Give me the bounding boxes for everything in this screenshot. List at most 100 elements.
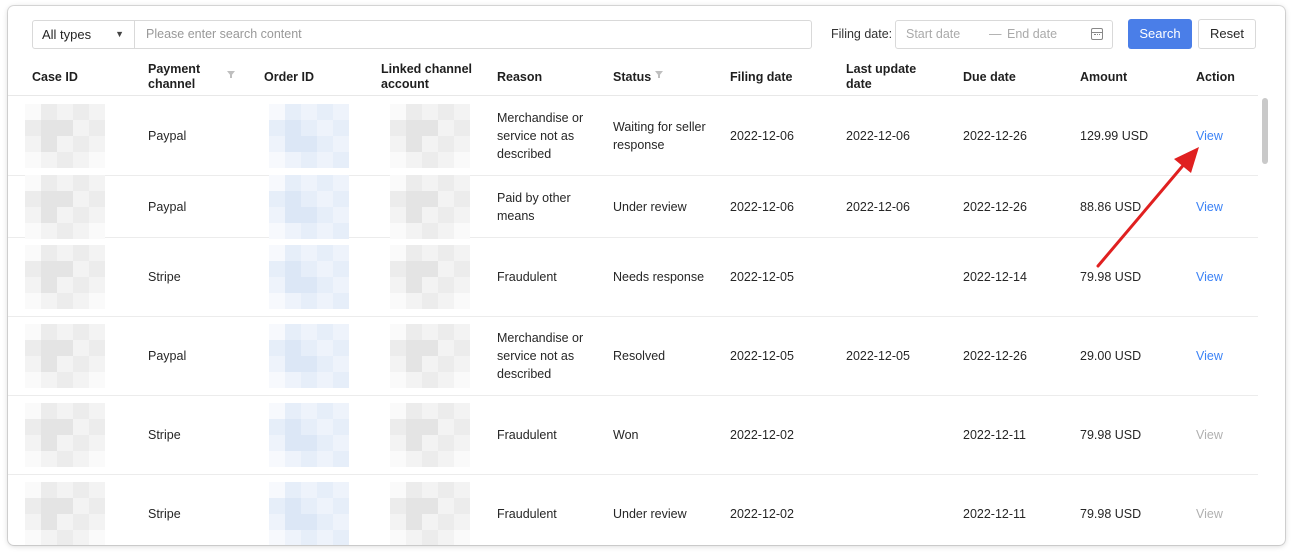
table-row: Paypal Paid by other means Under review 202…	[8, 174, 1258, 239]
filing-date-cell: 2022-12-06	[730, 199, 794, 214]
amount-cell: 79.98 USD	[1080, 507, 1142, 521]
redacted-order-id	[269, 324, 349, 388]
col-last-update: Last update date	[846, 62, 917, 91]
col-case-id: Case ID	[32, 69, 78, 84]
redacted-case-id	[25, 174, 105, 239]
redacted-order-id	[269, 403, 349, 467]
disputes-table: Case ID Payment channel Order ID Linked …	[8, 58, 1258, 545]
filing-date-cell: 2022-12-02	[730, 428, 794, 442]
redacted-case-id	[25, 482, 105, 545]
table-row: Paypal Merchandise or service not as desc…	[8, 317, 1258, 396]
col-due-date: Due date	[963, 69, 1016, 84]
redacted-linked-account	[390, 174, 470, 239]
filing-date-cell: 2022-12-05	[730, 349, 794, 363]
redacted-order-id	[269, 245, 349, 309]
reason-cell: Merchandise or service not as described	[497, 331, 584, 381]
reset-button[interactable]: Reset	[1198, 19, 1256, 49]
reason-cell: Fraudulent	[497, 428, 557, 442]
last-update-cell: 2022-12-06	[846, 128, 910, 143]
range-separator: —	[989, 27, 1002, 41]
last-update-cell: 2022-12-05	[846, 349, 910, 363]
table-row: Stripe Fraudulent Under review 2022-12-02 20…	[8, 475, 1258, 545]
vertical-scrollbar[interactable]	[1261, 96, 1270, 545]
reason-cell: Fraudulent	[497, 507, 557, 521]
redacted-case-id	[25, 324, 105, 388]
payment-channel-filter-icon[interactable]	[227, 58, 237, 96]
redacted-linked-account	[390, 482, 470, 545]
view-link[interactable]: View	[1196, 96, 1223, 175]
view-link[interactable]: View	[1196, 475, 1223, 545]
filing-date-cell: 2022-12-05	[730, 270, 794, 284]
end-date-input[interactable]: End date	[1007, 21, 1057, 48]
amount-cell: 79.98 USD	[1080, 270, 1142, 284]
redacted-linked-account	[390, 324, 470, 388]
caret-down-icon: ▼	[115, 29, 124, 39]
table-header: Case ID Payment channel Order ID Linked …	[8, 58, 1258, 96]
payment-channel-cell: Stripe	[148, 270, 181, 284]
table-row: Stripe Fraudulent Needs response 2022-12-05…	[8, 238, 1258, 317]
status-cell: Under review	[613, 507, 687, 521]
redacted-linked-account	[390, 245, 470, 309]
col-action: Action	[1196, 69, 1235, 84]
payment-channel-cell: Paypal	[148, 128, 187, 143]
payment-channel-cell: Stripe	[148, 428, 181, 442]
filing-date-cell: 2022-12-02	[730, 507, 794, 521]
redacted-order-id	[269, 174, 349, 239]
last-update-cell: 2022-12-06	[846, 199, 910, 214]
status-cell: Needs response	[613, 270, 705, 284]
status-cell: Under review	[613, 199, 687, 214]
disputes-window: All types ▼ Please enter search content …	[8, 6, 1285, 545]
due-date-cell: 2022-12-14	[963, 270, 1027, 284]
col-reason: Reason	[497, 69, 543, 84]
redacted-case-id	[25, 403, 105, 467]
due-date-cell: 2022-12-11	[963, 507, 1027, 521]
view-link[interactable]: View	[1196, 238, 1223, 316]
filing-date-label: Filing date:	[831, 27, 893, 41]
calendar-icon	[1091, 28, 1103, 40]
reason-cell: Paid by other means	[497, 190, 571, 223]
payment-channel-cell: Paypal	[148, 199, 187, 214]
scrollbar-thumb[interactable]	[1262, 98, 1268, 164]
start-date-input[interactable]: Start date	[906, 21, 960, 48]
redacted-order-id	[269, 103, 349, 168]
view-link[interactable]: View	[1196, 396, 1223, 474]
col-status[interactable]: Status	[613, 58, 653, 96]
amount-cell: 79.98 USD	[1080, 428, 1142, 442]
payment-channel-cell: Stripe	[148, 507, 181, 521]
search-input[interactable]: Please enter search content	[134, 20, 812, 49]
table-row: Stripe Fraudulent Won 2022-12-02 2022-12-11 7…	[8, 396, 1258, 475]
redacted-linked-account	[390, 103, 470, 168]
view-link[interactable]: View	[1196, 176, 1223, 237]
view-link[interactable]: View	[1196, 317, 1223, 395]
search-button[interactable]: Search	[1128, 19, 1192, 49]
redacted-linked-account	[390, 403, 470, 467]
col-payment-channel[interactable]: Payment channel	[148, 58, 210, 96]
payment-channel-cell: Paypal	[148, 349, 187, 363]
table-row: Paypal Merchandise or service not as desc…	[8, 96, 1258, 176]
due-date-cell: 2022-12-26	[963, 349, 1027, 363]
filter-toolbar: All types ▼ Please enter search content …	[8, 6, 1285, 61]
redacted-case-id	[25, 245, 105, 309]
col-order-id: Order ID	[264, 69, 315, 84]
status-cell: Resolved	[613, 349, 666, 363]
col-payment-channel-label: Payment channel	[148, 62, 201, 91]
filing-date-cell: 2022-12-06	[730, 128, 794, 143]
redacted-order-id	[269, 482, 349, 545]
amount-cell: 88.86 USD	[1080, 199, 1142, 214]
col-amount: Amount	[1080, 69, 1128, 84]
status-cell: Waiting for seller response	[613, 119, 706, 152]
date-range-picker[interactable]: Start date — End date	[895, 20, 1113, 49]
type-select-value: All types	[42, 27, 92, 42]
due-date-cell: 2022-12-26	[963, 199, 1027, 214]
status-filter-icon[interactable]	[655, 58, 665, 96]
due-date-cell: 2022-12-26	[963, 128, 1027, 143]
redacted-case-id	[25, 103, 105, 168]
col-linked-account: Linked channel account	[381, 62, 472, 91]
amount-cell: 29.00 USD	[1080, 349, 1142, 363]
reason-cell: Merchandise or service not as described	[497, 110, 584, 161]
due-date-cell: 2022-12-11	[963, 428, 1027, 442]
reason-cell: Fraudulent	[497, 270, 557, 284]
status-cell: Won	[613, 428, 639, 442]
amount-cell: 129.99 USD	[1080, 128, 1149, 143]
type-select[interactable]: All types ▼	[32, 20, 135, 49]
